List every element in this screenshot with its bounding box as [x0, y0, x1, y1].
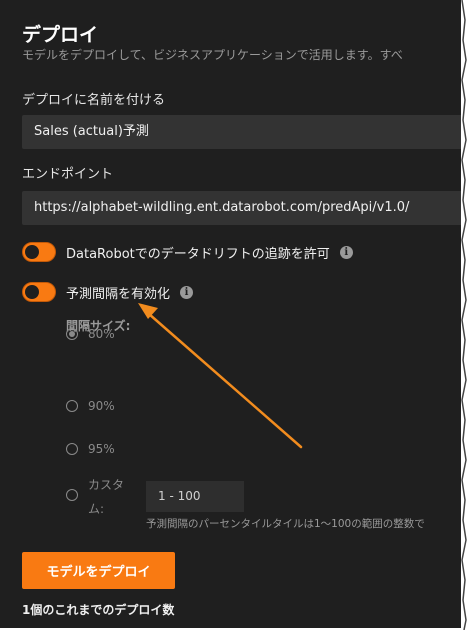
info-icon[interactable]: i [339, 245, 353, 259]
custom-interval-input[interactable]: 1 - 100 [146, 481, 244, 512]
deployment-count: 1個のこれまでのデプロイ数 [22, 603, 175, 617]
torn-edge-shape [461, 0, 467, 630]
custom-interval-hint: 予測間隔のパーセンタイルタイルは1〜100の範囲の整数で [146, 518, 425, 530]
deployment-name-input[interactable]: Sales (actual)予測 [22, 115, 465, 149]
interval-option-90[interactable]: 90% [66, 399, 115, 413]
data-drift-toggle-row: DataRobotでのデータドリフトの追跡を許可 i [22, 240, 353, 264]
interval-option-custom[interactable] [66, 489, 78, 501]
torn-edge [461, 0, 469, 630]
interval-option-95[interactable]: 95% [66, 442, 115, 456]
radio-button[interactable] [66, 328, 78, 340]
interval-option-label: 80% [88, 327, 115, 341]
endpoint-label: エンドポイント [22, 167, 114, 182]
radio-button[interactable] [66, 443, 78, 455]
data-drift-toggle[interactable] [22, 242, 56, 262]
deploy-model-button[interactable]: モデルをデプロイ [22, 552, 175, 589]
deploy-panel: デプロイ モデルをデプロイして、ビジネスアプリケーションで活用します。すべ デプ… [0, 0, 465, 628]
custom-interval-label: カスタム: [88, 478, 125, 516]
endpoint-select[interactable]: https://alphabet-wildling.ent.datarobot.… [22, 191, 465, 225]
toggle-knob [25, 285, 39, 299]
prediction-interval-toggle[interactable] [22, 282, 56, 302]
toggle-knob [25, 245, 39, 259]
radio-button[interactable] [66, 400, 78, 412]
page-subtitle: モデルをデプロイして、ビジネスアプリケーションで活用します。すべ [22, 48, 403, 62]
deployment-name-label: デプロイに名前を付ける [22, 93, 166, 108]
interval-option-label: 90% [88, 399, 115, 413]
radio-button[interactable] [66, 489, 78, 501]
prediction-interval-toggle-label: 予測間隔を有効化 [66, 286, 171, 302]
data-drift-toggle-label: DataRobotでのデータドリフトの追跡を許可 [66, 246, 330, 262]
info-icon[interactable]: i [180, 285, 194, 299]
interval-option-label: 95% [88, 442, 115, 456]
page-title: デプロイ [22, 24, 99, 46]
prediction-interval-toggle-row: 予測間隔を有効化 i [22, 280, 194, 304]
interval-option-80[interactable]: 80% [66, 327, 115, 341]
